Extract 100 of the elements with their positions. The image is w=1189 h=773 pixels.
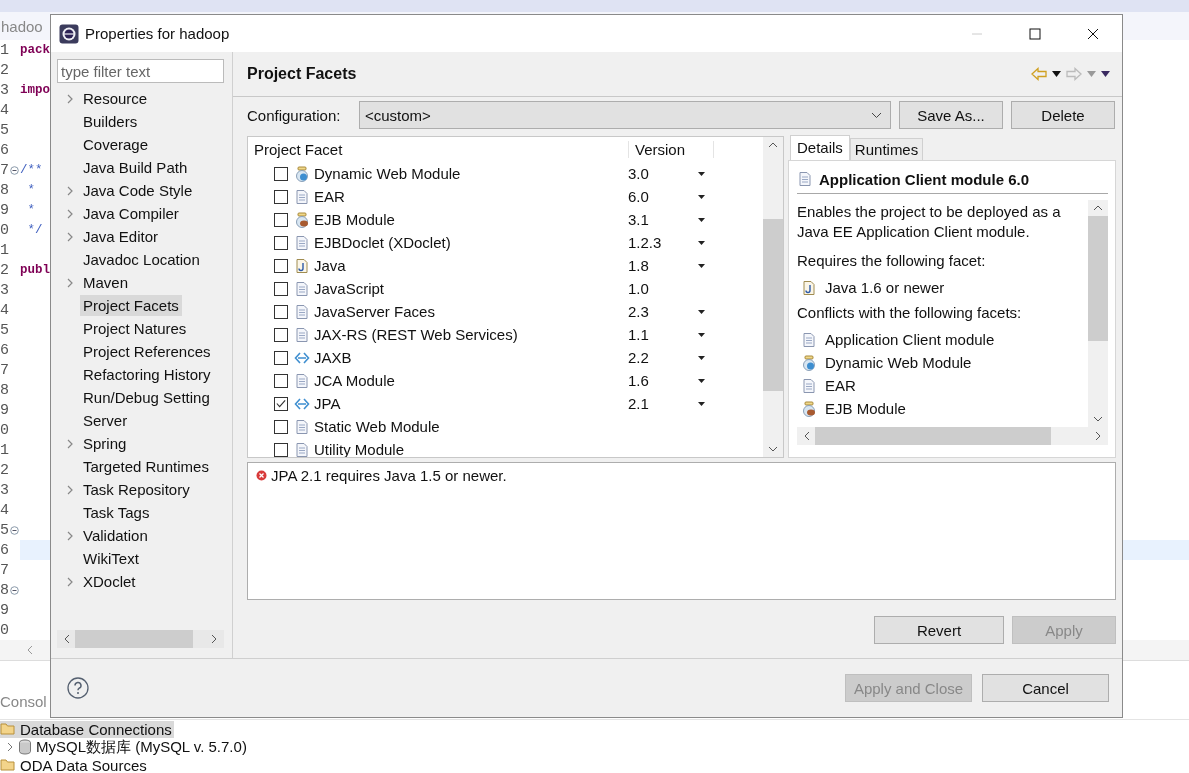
tree-item[interactable]: Java Editor [80, 226, 162, 247]
dropdown-icon[interactable] [698, 378, 705, 383]
checkbox[interactable] [274, 396, 288, 411]
dropdown-icon[interactable] [698, 217, 705, 222]
tree-item[interactable]: Spring [80, 433, 130, 454]
checkbox[interactable] [274, 212, 288, 227]
fold-icon[interactable] [10, 525, 19, 535]
line-number: 1 [0, 41, 10, 59]
checkbox[interactable] [274, 304, 288, 319]
tab[interactable]: Runtimes [849, 138, 924, 160]
tree-item[interactable]: Refactoring History [80, 364, 214, 385]
scroll-left-icon[interactable] [63, 634, 71, 644]
dialog-button[interactable]: Revert [874, 616, 1004, 644]
checkbox[interactable] [274, 258, 288, 273]
dropdown-icon[interactable] [698, 194, 705, 199]
column-header[interactable]: Version [629, 141, 714, 158]
scroll-right-icon[interactable] [1094, 431, 1102, 441]
dropdown-icon[interactable] [698, 240, 705, 245]
vertical-scrollbar[interactable] [1088, 200, 1108, 427]
dropdown-icon[interactable] [698, 332, 705, 337]
fold-icon[interactable] [10, 585, 19, 595]
filter-field[interactable]: type filter text [57, 59, 224, 83]
tree-item[interactable]: Coverage [80, 134, 152, 155]
checkbox[interactable] [274, 166, 288, 181]
tree-item[interactable]: WikiText [80, 548, 142, 569]
tree-item[interactable]: ODA Data Sources [0, 756, 149, 773]
scroll-down-icon[interactable] [1093, 415, 1103, 423]
console-tab[interactable]: Consol [0, 692, 47, 710]
column-header[interactable]: Project Facet [248, 141, 629, 158]
dropdown-icon[interactable] [698, 263, 705, 268]
dropdown-icon[interactable] [698, 401, 705, 406]
scroll-up-icon[interactable] [1093, 204, 1103, 212]
chevron-icon[interactable] [66, 230, 74, 243]
chevron-icon[interactable] [66, 207, 74, 220]
tree-item[interactable]: Java Compiler [80, 203, 182, 224]
dialog-button[interactable]: Delete [1011, 101, 1115, 129]
chevron-icon[interactable] [66, 575, 74, 588]
tree-item[interactable]: Resource [80, 88, 151, 109]
tree-item[interactable]: Project Natures [80, 318, 190, 339]
tree-item[interactable]: Run/Debug Setting [80, 387, 213, 408]
tree-item[interactable]: Maven [80, 272, 132, 293]
chevron-icon[interactable] [66, 276, 74, 289]
help-icon[interactable] [67, 677, 89, 699]
tree-item[interactable]: Targeted Runtimes [80, 456, 212, 477]
dialog-button[interactable]: Cancel [982, 674, 1109, 702]
chevron-icon[interactable] [66, 483, 74, 496]
menu-icon[interactable] [1101, 71, 1110, 77]
tree-item[interactable]: Java Build Path [80, 157, 191, 178]
dropdown-icon[interactable] [1052, 71, 1061, 77]
dropdown-icon[interactable] [698, 171, 705, 176]
chevron-icon[interactable] [66, 184, 74, 197]
dialog-button[interactable]: Save As... [899, 101, 1003, 129]
scroll-up-icon[interactable] [768, 141, 778, 149]
checkbox[interactable] [274, 419, 288, 434]
close-icon[interactable] [1087, 27, 1099, 40]
line-number: 4 [0, 501, 10, 519]
maximize-icon[interactable] [1029, 27, 1041, 40]
tree-item[interactable]: Database Connections [0, 720, 174, 738]
chevron-icon[interactable] [66, 437, 74, 450]
chevron-icon[interactable] [66, 92, 74, 105]
tab[interactable]: Details [790, 135, 850, 160]
tree-item[interactable]: Task Repository [80, 479, 193, 500]
tree-item[interactable]: Validation [80, 525, 151, 546]
document-icon [294, 234, 310, 251]
tree-item[interactable]: XDoclet [80, 571, 139, 592]
line-number: 3 [0, 481, 10, 499]
tree-item[interactable]: Task Tags [80, 502, 153, 523]
eclipse-icon [59, 23, 79, 44]
line-number: 0 [0, 221, 10, 239]
dropdown-icon[interactable] [698, 355, 705, 360]
line-number: 9 [0, 201, 10, 219]
tree-item[interactable]: Project References [80, 341, 214, 362]
checkbox[interactable] [274, 373, 288, 388]
checkbox[interactable] [274, 327, 288, 342]
checkbox[interactable] [274, 281, 288, 296]
fold-icon[interactable] [10, 165, 19, 175]
horizontal-scrollbar[interactable] [57, 630, 224, 648]
checkbox[interactable] [274, 442, 288, 457]
checkbox[interactable] [274, 189, 288, 204]
scroll-left-icon[interactable] [803, 431, 811, 441]
configuration-dropdown[interactable]: <custom> [359, 101, 891, 129]
tree-item[interactable]: Server [80, 410, 131, 431]
tree-item[interactable]: Javadoc Location [80, 249, 203, 270]
tree-item[interactable]: Project Facets [80, 295, 182, 316]
tree-item[interactable]: MySQL数据库 (MySQL v. 5.7.0) [36, 737, 247, 757]
checkbox[interactable] [274, 350, 288, 365]
dropdown-icon[interactable] [698, 309, 705, 314]
chevron-icon[interactable] [66, 529, 74, 542]
section-label: Requires the following facet: [797, 251, 987, 271]
line-number: 6 [0, 341, 10, 359]
horizontal-scrollbar[interactable] [797, 427, 1108, 445]
chevron-icon[interactable] [6, 742, 14, 752]
scroll-right-icon[interactable] [210, 634, 218, 644]
configuration-label: Configuration: [247, 106, 342, 124]
scroll-down-icon[interactable] [768, 445, 778, 453]
tree-item[interactable]: Builders [80, 111, 141, 132]
checkbox[interactable] [274, 235, 288, 250]
vertical-scrollbar[interactable] [763, 137, 783, 457]
tree-item[interactable]: Java Code Style [80, 180, 196, 201]
chevron-down-icon[interactable] [871, 111, 882, 119]
